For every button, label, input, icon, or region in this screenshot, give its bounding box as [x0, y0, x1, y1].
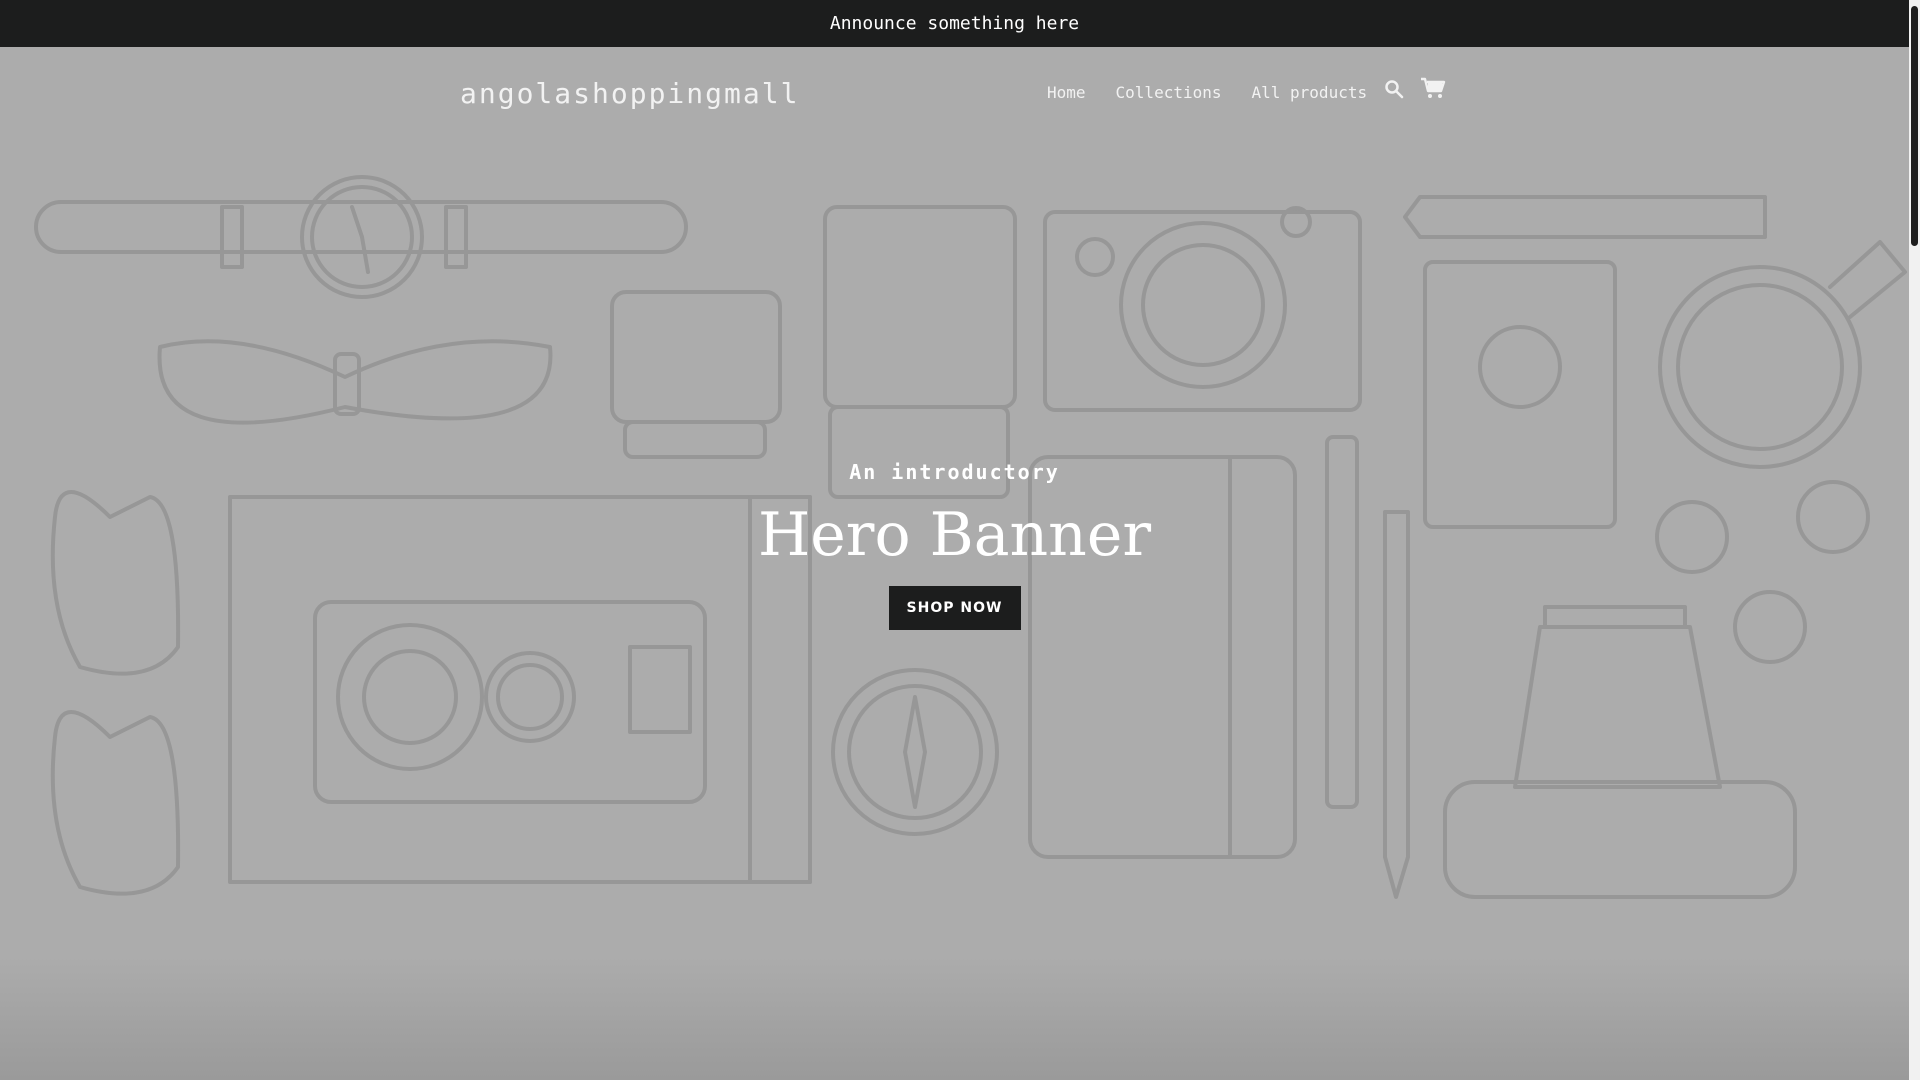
page-scrollbar[interactable]	[1909, 0, 1920, 1080]
announcement-bar: Announce something here	[0, 0, 1909, 47]
cart-icon[interactable]	[1420, 77, 1446, 103]
shop-now-button[interactable]: SHOP NOW	[888, 586, 1021, 630]
search-icon[interactable]	[1384, 79, 1404, 103]
scrollbar-thumb[interactable]	[1911, 6, 1918, 246]
watch-strap-shape	[34, 200, 688, 254]
pencil-top-shape	[1403, 195, 1767, 239]
site-header: angolashoppingmall Home Collections All …	[0, 47, 1909, 139]
coffee-cup-shape	[1658, 265, 1862, 469]
nav-home[interactable]: Home	[1047, 83, 1086, 102]
hero-title: Hero Banner	[757, 500, 1152, 570]
vintage-camera-shape	[313, 600, 707, 804]
compass-shape	[831, 668, 999, 836]
store-logo[interactable]: angolashoppingmall	[460, 77, 799, 110]
hero-content: An introductory Hero Banner SHOP NOW	[0, 460, 1909, 630]
camera-bottom-shape	[1443, 780, 1797, 899]
camera-shape	[1043, 210, 1362, 412]
announcement-text: Announce something here	[829, 13, 1080, 34]
nav-collections[interactable]: Collections	[1116, 83, 1222, 102]
telephoto-lens-shape	[823, 205, 1017, 409]
main-nav: Home Collections All products	[1047, 83, 1367, 102]
lens-small-shape	[610, 290, 782, 424]
nav-all-products[interactable]: All products	[1252, 83, 1368, 102]
hero-subtitle: An introductory	[849, 460, 1060, 484]
